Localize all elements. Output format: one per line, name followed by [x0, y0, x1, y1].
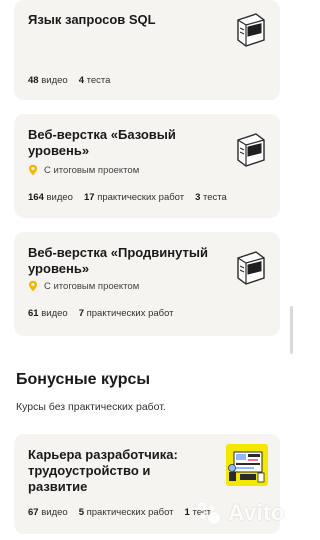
stat-practice: 7 практических работ [78, 308, 174, 319]
career-illustration-icon [226, 444, 268, 486]
course-title: Карьера разработчика: трудоустройство и … [28, 447, 178, 494]
course-title: Веб-верстка «Продвинутый уровень» [28, 245, 208, 276]
location-pin-icon [29, 280, 37, 292]
server-cube-icon [237, 251, 265, 285]
course-stats: 61 видео 7 практических работ [28, 308, 185, 319]
watermark-text: Avito [228, 500, 285, 525]
final-project-note: С итоговым проектом [28, 164, 139, 176]
project-label: С итоговым проектом [44, 164, 140, 176]
bonus-section-subtitle: Курсы без практических работ. [16, 401, 166, 413]
scrollbar[interactable] [290, 306, 293, 354]
server-cube-icon [237, 13, 265, 47]
server-cube-icon [237, 133, 265, 167]
stat-tests: 4 теста [78, 75, 111, 86]
course-stats: 164 видео 17 практических работ 3 теста [28, 192, 238, 203]
bonus-section-title: Бонусные курсы [16, 371, 151, 388]
course-card-web-advanced[interactable]: Веб-верстка «Продвинутый уровень» С итог… [14, 232, 280, 336]
stat-videos: 48 видео [28, 75, 68, 86]
stat-videos: 61 видео [28, 308, 68, 319]
course-stats: 67 видео 5 практических работ 1 тест [28, 507, 222, 518]
stat-practice: 5 практических работ [78, 507, 174, 518]
course-list-page: Язык запросов SQL 48 видео 4 теста Веб-в… [0, 0, 293, 540]
course-title: Веб-верстка «Базовый уровень» [28, 127, 176, 158]
avito-logo-icon [198, 502, 222, 524]
course-stats: 48 видео 4 теста [28, 75, 121, 86]
stat-videos: 67 видео [28, 507, 68, 518]
final-project-note: С итоговым проектом [28, 280, 139, 292]
stat-videos: 164 видео [28, 192, 73, 203]
project-label: С итоговым проектом [44, 280, 140, 292]
course-card-web-basic[interactable]: Веб-верстка «Базовый уровень» С итоговым… [14, 114, 280, 218]
stat-tests: 3 теста [195, 192, 227, 203]
stat-practice: 17 практических работ [83, 192, 185, 203]
location-pin-icon [29, 164, 37, 176]
course-card-sql[interactable]: Язык запросов SQL 48 видео 4 теста [14, 0, 280, 100]
avito-watermark: Avito [198, 500, 285, 526]
course-title: Язык запросов SQL [28, 12, 156, 27]
